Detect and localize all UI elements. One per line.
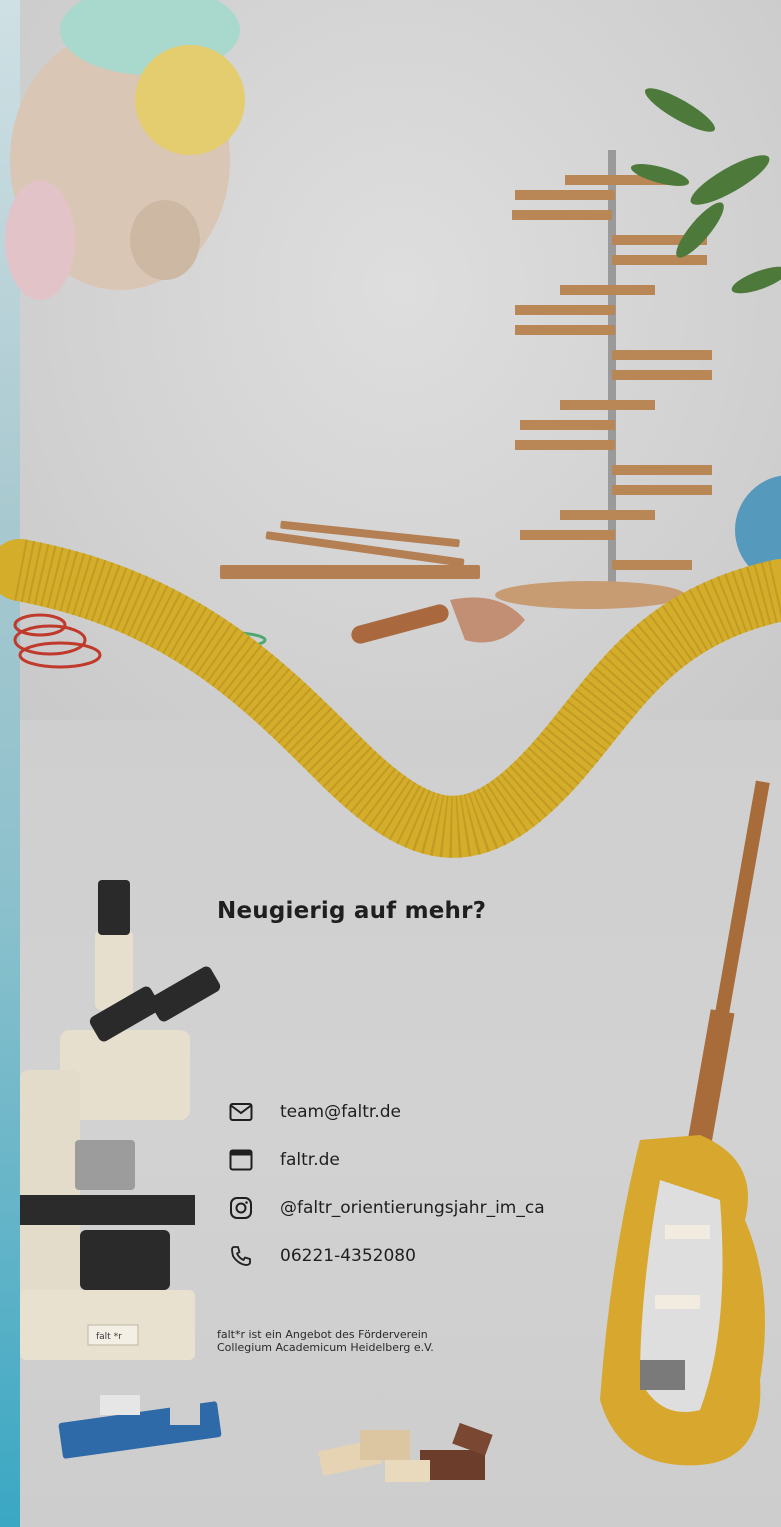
electric-guitar <box>600 780 770 1466</box>
wooden-sticks <box>220 520 480 579</box>
garden-trowel <box>351 597 525 644</box>
plush-toy <box>5 0 245 300</box>
footer-note-line1: falt*r ist ein Angebot des Förderverein <box>217 1328 428 1341</box>
contact-website[interactable]: faltr.de <box>228 1136 545 1184</box>
contact-list: team@faltr.de faltr.de @faltr_orientieru… <box>228 1088 545 1280</box>
browser-window-icon <box>228 1147 254 1173</box>
microscope: falt *r <box>20 880 221 1360</box>
plant <box>630 88 781 294</box>
footer-note: falt*r ist ein Angebot des Förderverein … <box>217 1328 434 1354</box>
circuit-board <box>58 1395 222 1459</box>
rubber-bands <box>13 613 102 669</box>
contact-instagram-text[interactable]: @faltr_orientierungsjahr_im_ca <box>280 1198 545 1218</box>
headline: Neugierig auf mehr? <box>217 898 487 924</box>
corrugated-hose <box>0 539 781 858</box>
microscope-brand-label: falt *r <box>96 1332 122 1342</box>
contact-phone-text[interactable]: 06221-4352080 <box>280 1246 416 1266</box>
wooden-blocks <box>318 1422 493 1482</box>
phone-icon <box>228 1243 254 1269</box>
contact-email[interactable]: team@faltr.de <box>228 1088 545 1136</box>
spiral-stair-model <box>495 150 712 609</box>
contact-instagram[interactable]: @faltr_orientierungsjahr_im_ca <box>228 1184 545 1232</box>
mail-icon <box>228 1099 254 1125</box>
render-illustration: falt *r <box>0 0 781 1482</box>
contact-email-text[interactable]: team@faltr.de <box>280 1102 401 1122</box>
contact-phone[interactable]: 06221-4352080 <box>228 1232 545 1280</box>
contact-website-text[interactable]: faltr.de <box>280 1150 340 1170</box>
instagram-icon <box>228 1195 254 1221</box>
footer-note-line2: Collegium Academicum Heidelberg e.V. <box>217 1341 434 1354</box>
